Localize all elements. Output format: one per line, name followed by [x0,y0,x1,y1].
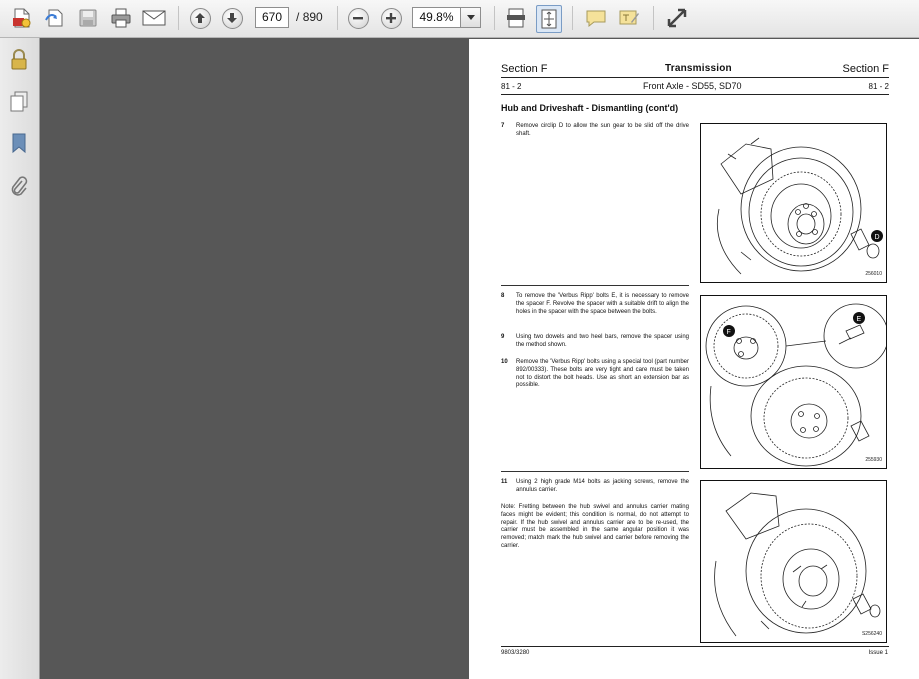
toolbar-separator [572,6,573,30]
zoom-in-icon[interactable] [379,5,403,31]
header-rule [501,77,821,78]
attachment-icon[interactable] [7,174,31,198]
page-separator: / [296,10,300,24]
step-number: 10 [501,359,508,365]
figure-annulus-carrier: S256240 [700,480,887,643]
step-number: 11 [501,479,508,485]
lock-icon[interactable] [7,48,31,72]
email-icon[interactable] [141,5,167,31]
issue-label: Issue 1 [868,650,888,656]
step-7: 7 Remove circlip D to allow the sun gear… [501,123,689,139]
pdf-page: Section F Transmission Section F 81 - 2 … [469,39,919,679]
figure-label-f: F [727,329,731,336]
pages-icon[interactable] [7,89,31,113]
header-section-left: Section F [501,63,548,75]
page-title: Hub and Driveshaft - Dismantling (cont'd… [501,103,679,113]
step-9: 9 Using two dowels and two heel bars, re… [501,334,689,350]
note-text: Note: Fretting between the hub swivel an… [501,504,689,549]
header-rule [819,77,889,78]
figure-label-e: E [857,316,862,323]
step-text: Using two dowels and two heel bars, remo… [516,334,689,348]
figure-sun-gear: D 256010 [700,123,887,283]
fit-page-icon[interactable] [536,5,562,33]
section-rule [501,285,689,286]
spacer-illustration: F E [705,303,889,467]
toolbar-separator [653,6,654,30]
subheader-rule [501,94,889,95]
header-section-title: Transmission [665,63,732,74]
save-icon[interactable] [76,5,100,31]
edit-icon[interactable] [42,5,68,31]
zoom-dropdown-button[interactable] [460,7,481,28]
step-number: 8 [501,293,505,299]
step-text: Using 2 high grade M14 bolts as jacking … [516,479,689,493]
step-text: Remove the 'Verbus Ripp' bolts using a s… [516,359,689,389]
step-10: 10 Remove the 'Verbus Ripp' bolts using … [501,359,689,390]
zoom-out-icon[interactable] [346,5,370,31]
step-text: To remove the 'Verbus Ripp' bolts E, it … [516,293,689,315]
expand-icon[interactable] [664,5,690,31]
step-number: 7 [501,123,505,129]
step-8: 8 To remove the 'Verbus Ripp' bolts E, i… [501,293,689,316]
total-pages: 890 [302,10,323,24]
figure-code: S256240 [861,631,882,637]
create-pdf-icon[interactable] [9,5,35,31]
page-ref-left: 81 - 2 [501,82,522,91]
page-total: / 890 [296,10,323,24]
fit-width-icon[interactable] [504,5,528,31]
prev-page-icon[interactable] [188,5,212,31]
page-subtitle: Front Axle - SD55, SD70 [643,81,742,91]
header-section-right: Section F [842,63,889,75]
toolbar-separator [337,6,338,30]
figure-spacer-bolts: F E 255930 [700,295,889,469]
step-number: 9 [501,334,505,340]
step-11: 11 Using 2 high grade M14 bolts as jacki… [501,479,689,495]
navigation-panel [0,38,40,679]
highlight-icon[interactable] [617,5,641,31]
toolbar-separator [178,6,179,30]
section-rule [501,471,689,472]
bookmark-icon[interactable] [7,131,31,155]
note: Note: Fretting between the hub swivel an… [501,504,689,551]
carrier-illustration [714,492,881,637]
toolbar-separator [494,6,495,30]
print-icon[interactable] [108,5,134,31]
page-ref-right: 81 - 2 [868,82,889,91]
footer-rule [501,646,889,647]
comment-icon[interactable] [584,5,608,31]
chevron-down-icon [466,14,475,20]
next-page-icon[interactable] [220,5,244,31]
zoom-input[interactable]: 49.8% [412,7,460,28]
step-text: Remove circlip D to allow the sun gear t… [516,123,689,137]
figure-label-d: D [875,234,880,241]
hub-illustration: D [716,137,883,275]
page-number-input[interactable]: 670 [255,7,289,28]
figure-code: 256010 [865,271,882,277]
toolbar: 670 / 890 49.8% [0,0,919,38]
figure-code: 255930 [865,457,882,463]
document-number: 9803/3280 [501,650,530,656]
